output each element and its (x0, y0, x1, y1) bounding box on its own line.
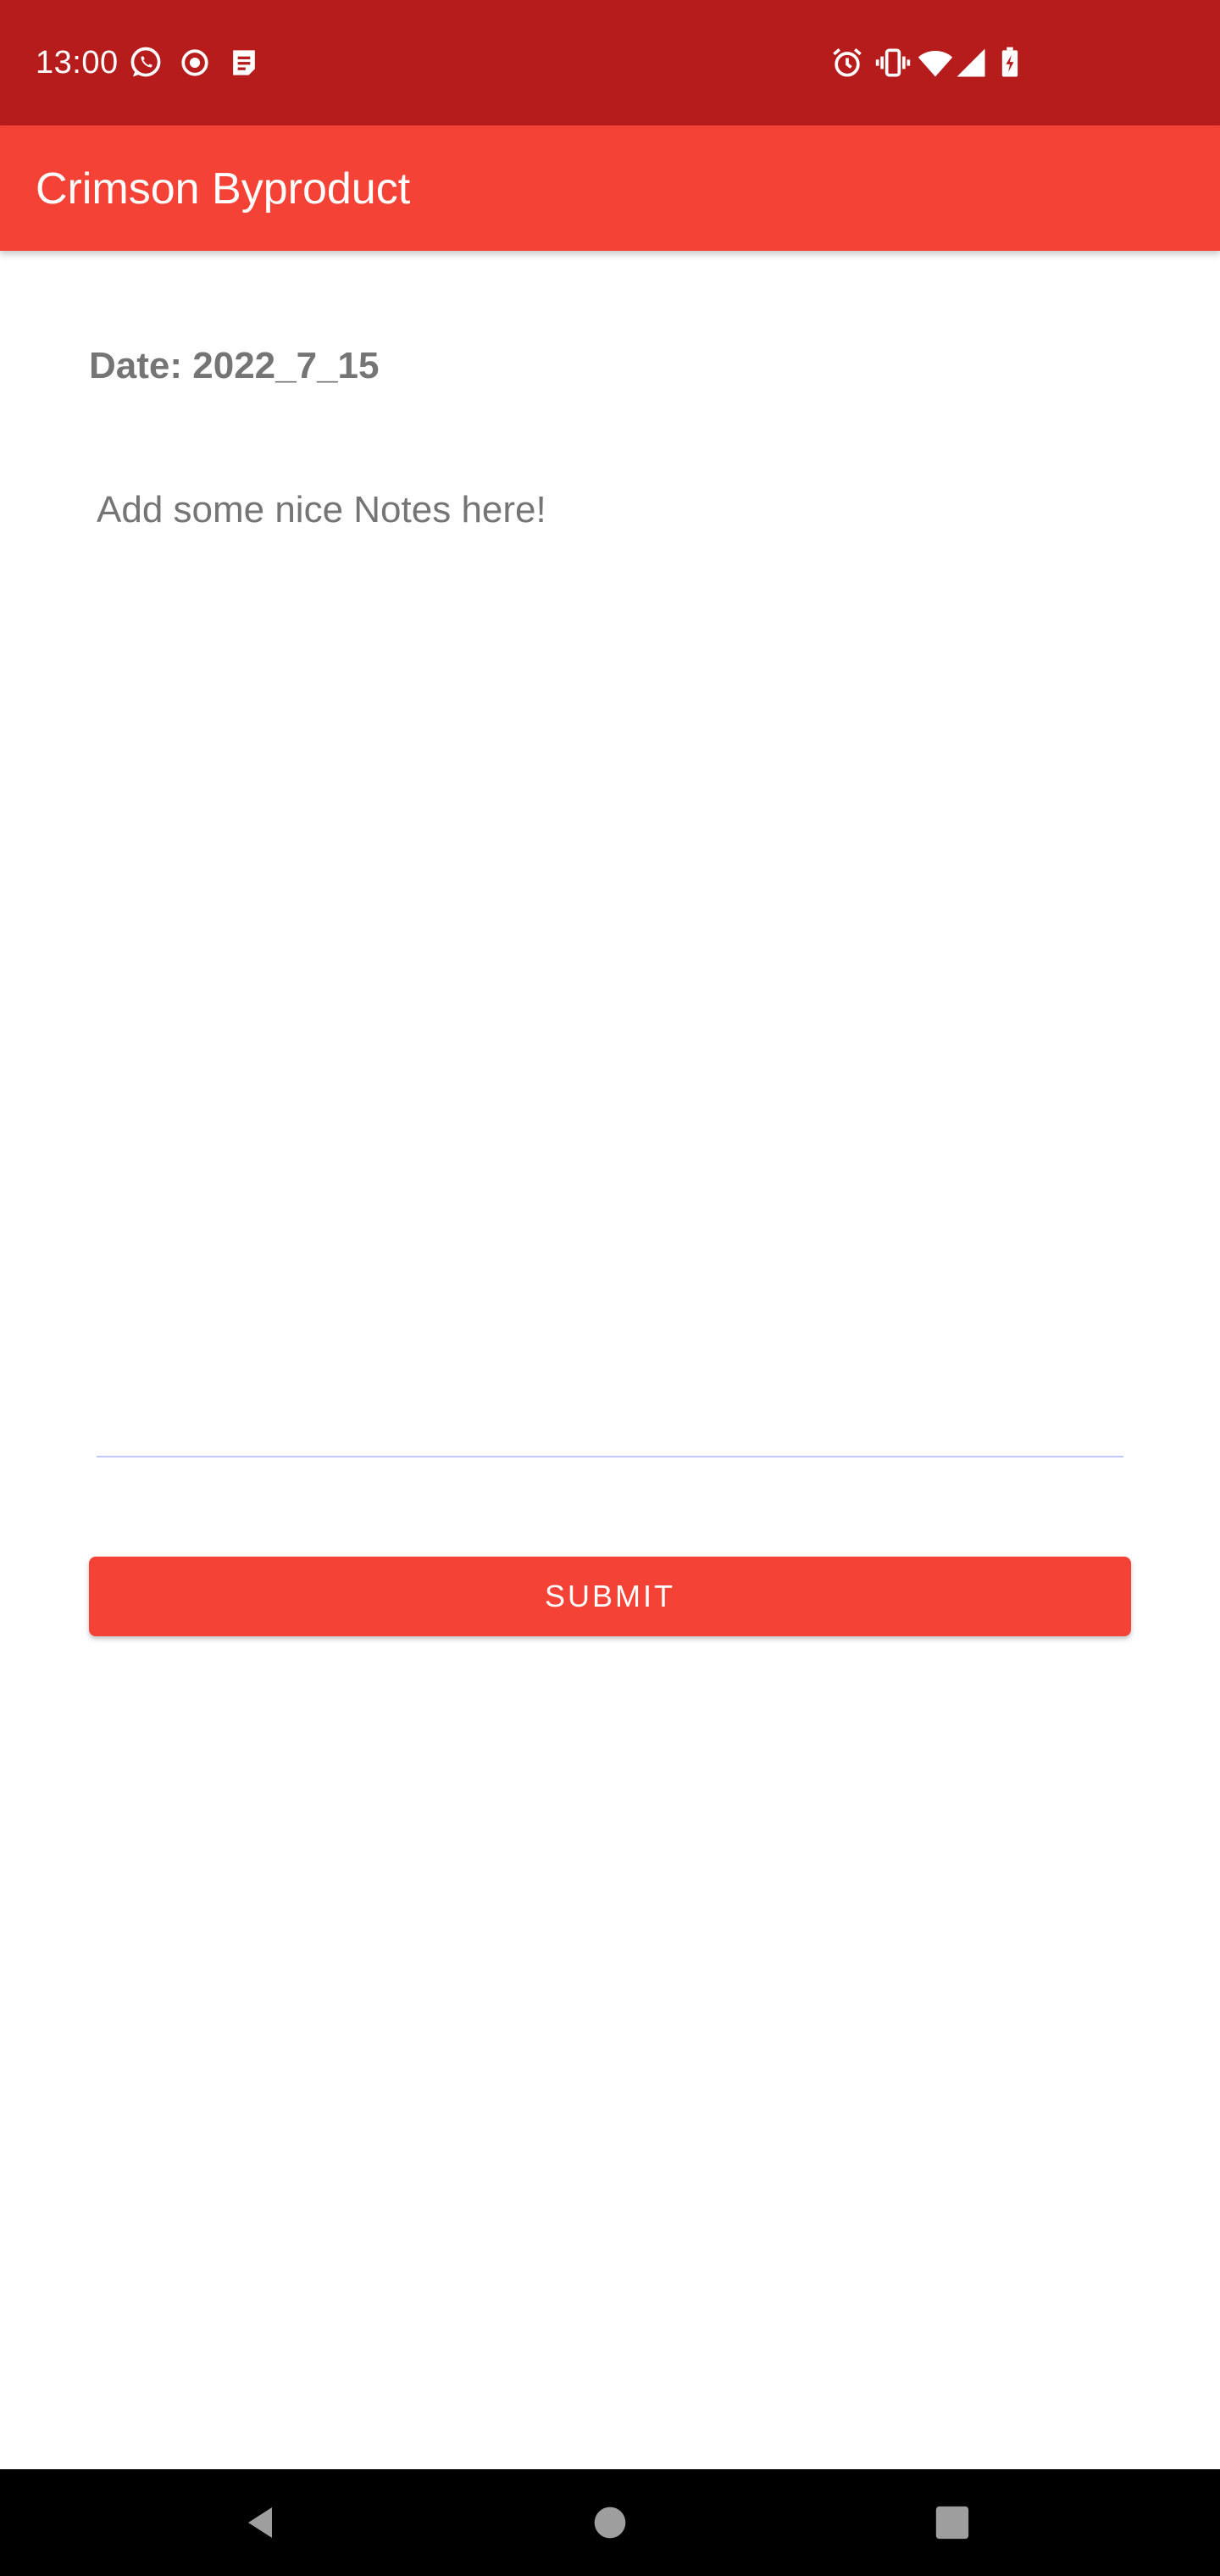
whatsapp-icon (127, 44, 164, 81)
notes-input[interactable] (97, 475, 1123, 1457)
recents-icon (935, 2506, 969, 2540)
nav-bar (0, 2469, 1220, 2576)
alarm-icon (829, 44, 866, 81)
date-label: Date: 2022_7_15 (89, 345, 380, 386)
status-bar: 13:00 (0, 0, 1220, 125)
back-icon (248, 2507, 272, 2538)
battery-charging-icon (991, 44, 1029, 81)
home-icon (594, 2507, 626, 2539)
record-icon (176, 44, 214, 81)
submit-button[interactable]: SUBMIT (89, 1557, 1131, 1636)
screen: 13:00 Crimson Byproduct Date: 2022_7_15 (0, 0, 1220, 2576)
home-button[interactable] (574, 2486, 646, 2559)
status-time: 13:00 (36, 45, 119, 80)
app-bar: Crimson Byproduct (0, 125, 1220, 251)
back-button[interactable] (225, 2486, 298, 2559)
notes-icon (225, 44, 263, 81)
recents-button[interactable] (916, 2486, 989, 2559)
app-title: Crimson Byproduct (36, 164, 411, 214)
signal-icon (952, 44, 990, 81)
vibrate-icon (874, 44, 912, 81)
wifi-icon (917, 44, 954, 81)
